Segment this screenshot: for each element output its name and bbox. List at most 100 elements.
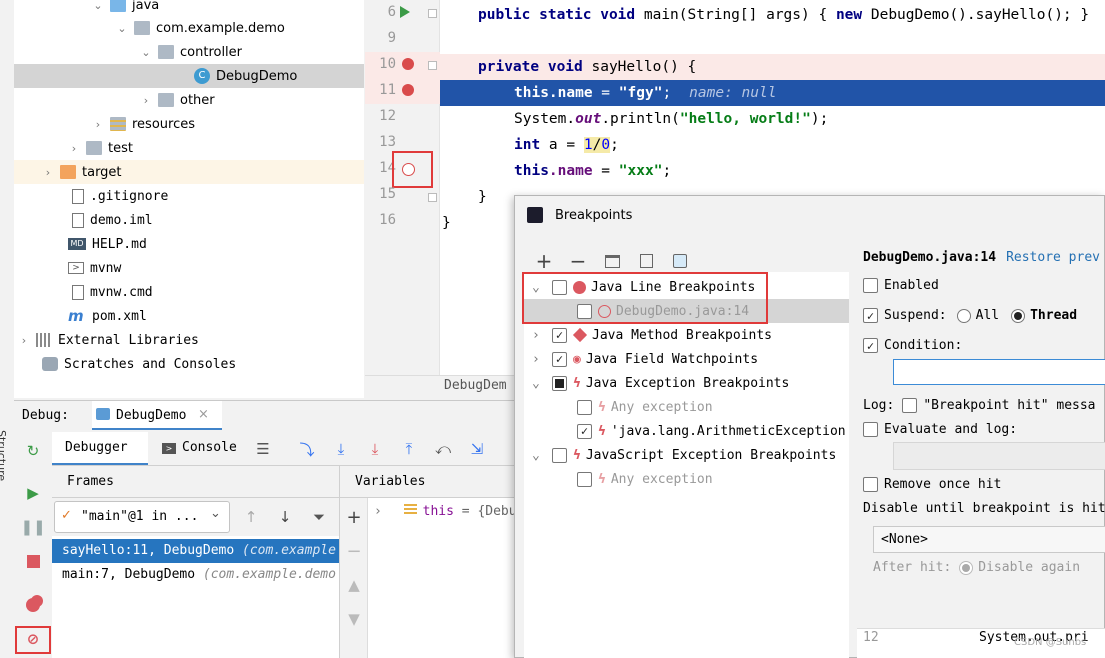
suspend-checkbox[interactable] <box>863 308 878 323</box>
run-to-cursor-icon[interactable]: ⇲ <box>466 438 488 460</box>
checkbox[interactable] <box>552 375 567 391</box>
fold-icon[interactable] <box>428 193 437 202</box>
next-frame-icon[interactable]: ↓ <box>274 506 296 528</box>
show-execution-point-icon[interactable]: ⤵ <box>296 438 318 460</box>
condition-input[interactable] <box>893 359 1105 385</box>
restore-link[interactable]: Restore prev <box>1006 250 1100 265</box>
evaluate-log-input[interactable] <box>893 442 1105 470</box>
tree-item-controller[interactable]: ⌄ controller <box>14 40 364 64</box>
tree-item-mvnw[interactable]: > mvnw <box>14 256 364 280</box>
tree-item-com-example-demo[interactable]: ⌄ com.example.demo <box>14 16 364 40</box>
tree-item-resources[interactable]: › resources <box>14 112 364 136</box>
tree-item-mvnw-cmd[interactable]: mvnw.cmd <box>14 280 364 304</box>
checkbox[interactable] <box>552 327 567 343</box>
suspend-all-radio[interactable] <box>956 308 971 323</box>
minus-icon[interactable]: − <box>567 249 589 273</box>
mute-breakpoints-icon[interactable]: ⊘ <box>22 628 44 650</box>
fold-icon[interactable] <box>428 9 437 18</box>
checkbox[interactable] <box>552 447 567 463</box>
variable-row[interactable]: › this = {Debu <box>374 504 517 519</box>
filter-icon[interactable]: ⏷ <box>308 506 330 528</box>
chevron-down-icon[interactable]: ⌄ <box>532 376 546 391</box>
chevron-right-icon[interactable]: › <box>68 142 80 155</box>
breakpoint-icon[interactable] <box>402 84 414 96</box>
chevron-down-icon[interactable]: ⌄ <box>140 46 152 59</box>
tree-item-debugdemo[interactable]: C DebugDemo <box>14 64 364 88</box>
stop-icon[interactable] <box>22 550 44 572</box>
checkbox[interactable] <box>577 471 592 487</box>
plus-icon[interactable]: + <box>533 249 555 273</box>
tab-console[interactable]: > Console <box>160 432 250 465</box>
checkbox[interactable] <box>577 399 592 415</box>
frame-row[interactable]: main:7, DebugDemo (com.example.demo <box>52 563 339 587</box>
bp-item-arithmetic-exception[interactable]: ϟ 'java.lang.ArithmeticException <box>524 419 849 443</box>
chevron-right-icon[interactable]: › <box>532 328 546 343</box>
enabled-checkbox[interactable] <box>863 278 878 293</box>
rerun-icon[interactable]: ↻ <box>22 440 44 462</box>
tree-item-help-md[interactable]: MD HELP.md <box>14 232 364 256</box>
structure-tool-label[interactable]: Structure <box>0 430 8 481</box>
drop-frame-icon[interactable]: ⤺ <box>432 438 454 460</box>
remove-once-checkbox[interactable] <box>863 477 878 492</box>
pause-icon[interactable]: ❚❚ <box>20 516 45 538</box>
thread-selector[interactable]: ✓ "main"@1 in ... ⌄ <box>54 501 230 533</box>
bp-item-debugdemo-14[interactable]: DebugDemo.java:14 <box>524 299 849 323</box>
chevron-right-icon[interactable]: › <box>18 334 30 347</box>
bp-item-any-exception[interactable]: ϟ Any exception <box>524 395 849 419</box>
tree-item-scratches[interactable]: Scratches and Consoles <box>14 352 364 376</box>
frame-row-selected[interactable]: sayHello:11, DebugDemo (com.example <box>52 539 339 563</box>
view-breakpoints-icon[interactable] <box>22 594 44 616</box>
disabled-breakpoint-icon[interactable] <box>402 163 415 176</box>
editor-breadcrumb[interactable]: DebugDem <box>444 378 507 393</box>
debug-session-tab[interactable]: DebugDemo × <box>92 401 222 430</box>
tree-item-pom-xml[interactable]: m pom.xml <box>14 304 364 328</box>
checkbox[interactable] <box>577 303 592 319</box>
bp-group-javascript-exception[interactable]: ⌄ ϟ JavaScript Exception Breakpoints <box>524 443 849 467</box>
enabled-row[interactable]: Enabled <box>863 278 939 293</box>
bp-item-js-any-exception[interactable]: ϟ Any exception <box>524 467 849 491</box>
chevron-right-icon[interactable]: › <box>92 118 104 131</box>
group-by-file-icon[interactable] <box>635 250 657 272</box>
step-over-icon[interactable]: ⤓ <box>330 438 352 460</box>
condition-checkbox[interactable] <box>863 338 878 353</box>
bp-group-java-line[interactable]: ⌄ Java Line Breakpoints <box>524 275 849 299</box>
bp-group-java-method[interactable]: › Java Method Breakpoints <box>524 323 849 347</box>
tree-item-gitignore[interactable]: .gitignore <box>14 184 364 208</box>
menu-icon[interactable]: ☰ <box>252 438 274 460</box>
group-by-package-icon[interactable] <box>601 250 623 272</box>
chevron-down-icon[interactable]: ⌄ <box>532 280 546 295</box>
tree-item-demo-iml[interactable]: demo.iml <box>14 208 364 232</box>
chevron-right-icon[interactable]: › <box>42 166 54 179</box>
tree-item-external-libraries[interactable]: › External Libraries <box>14 328 364 352</box>
tree-item-java[interactable]: ⌄ java <box>14 0 364 17</box>
tree-item-test[interactable]: › test <box>14 136 364 160</box>
disable-until-select[interactable]: <None> <box>873 526 1105 553</box>
run-icon[interactable] <box>400 6 410 18</box>
chevron-down-icon[interactable]: ⌄ <box>532 448 546 463</box>
tree-item-other[interactable]: › other <box>14 88 364 112</box>
previous-frame-icon[interactable]: ↑ <box>240 506 262 528</box>
group-by-class-icon[interactable] <box>669 250 691 272</box>
down-icon[interactable]: ▼ <box>343 608 365 630</box>
step-out-icon[interactable]: ⤒ <box>398 438 420 460</box>
bp-group-java-exception[interactable]: ⌄ ϟ Java Exception Breakpoints <box>524 371 849 395</box>
chevron-right-icon[interactable]: › <box>374 504 382 519</box>
checkbox[interactable] <box>552 279 567 295</box>
suspend-thread-radio[interactable] <box>1011 308 1026 323</box>
up-icon[interactable]: ▲ <box>343 574 365 596</box>
close-icon[interactable]: × <box>198 407 209 422</box>
disable-again-radio[interactable] <box>959 560 974 575</box>
evaluate-log-checkbox[interactable] <box>863 422 878 437</box>
step-into-icon[interactable]: ⤓ <box>364 438 386 460</box>
resume-icon[interactable]: ▶ <box>22 482 44 504</box>
tab-debugger[interactable]: Debugger <box>52 432 148 465</box>
checkbox[interactable] <box>552 351 567 367</box>
method-breakpoint-icon[interactable] <box>402 58 414 70</box>
chevron-right-icon[interactable]: › <box>140 94 152 107</box>
log-message-checkbox[interactable] <box>902 398 918 413</box>
minus-icon[interactable]: − <box>343 540 365 562</box>
plus-icon[interactable]: + <box>343 506 365 528</box>
chevron-down-icon[interactable]: ⌄ <box>116 22 128 35</box>
chevron-right-icon[interactable]: › <box>532 352 546 367</box>
chevron-down-icon[interactable]: ⌄ <box>92 0 104 12</box>
